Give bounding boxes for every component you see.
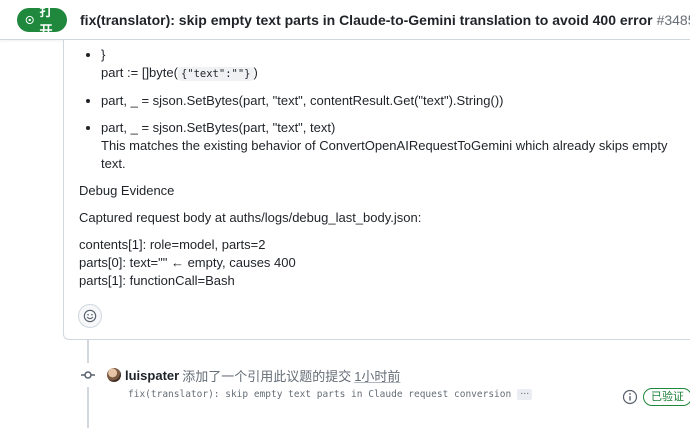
evidence-line: parts[0]: text="" ← empty, causes 400: [79, 255, 296, 270]
list-item: part, _ = sjson.SetBytes(part, "text", c…: [101, 92, 689, 110]
debug-evidence-heading: Debug Evidence: [79, 183, 175, 198]
bullet-list: } part := []byte({"text":""}) part, _ = …: [79, 46, 689, 173]
pr-state-badge: 打开: [17, 4, 68, 38]
expand-commit-button[interactable]: …: [517, 388, 533, 400]
avatar[interactable]: [107, 368, 121, 382]
comment-body: } part := []byte({"text":""}) part, _ = …: [63, 40, 690, 340]
captured-request-text: Captured request body at auths/logs/debu…: [79, 210, 422, 225]
list-item: } part := []byte({"text":""}): [101, 46, 689, 83]
commit-row: fix(translator): skip empty text parts i…: [128, 388, 533, 400]
sticky-pr-header: 打开 fix(translator): skip empty text part…: [0, 0, 690, 40]
bullet-1-line1: }: [101, 47, 106, 62]
git-commit-icon: [76, 363, 100, 387]
event-timestamp[interactable]: 1小时前: [354, 366, 400, 385]
bullet-1-prefix: part := []byte(: [101, 65, 178, 80]
evidence-line: parts[1]: functionCall=Bash: [79, 273, 235, 288]
timeline-event: luispater 添加了一个引用此议题的提交 1小时前: [107, 366, 400, 384]
git-pull-request-icon: [25, 15, 34, 24]
evidence-line: contents[1]: role=model, parts=2: [79, 237, 266, 252]
commit-message-link[interactable]: fix(translator): skip empty text parts i…: [128, 389, 511, 400]
inline-code: {"text":""}: [177, 67, 254, 81]
info-icon[interactable]: [622, 389, 638, 405]
add-reaction-button[interactable]: [78, 304, 102, 328]
bullet-1-suffix: ): [253, 65, 258, 80]
list-item: part, _ = sjson.SetBytes(part, "text", t…: [101, 119, 689, 173]
bullet-3-text: part, _ = sjson.SetBytes(part, "text", t…: [101, 120, 336, 135]
pr-title-text: fix(translator): skip empty text parts i…: [80, 11, 653, 28]
bullet-3-text2: This matches the existing behavior of Co…: [101, 138, 668, 171]
bullet-2-text: part, _ = sjson.SetBytes(part, "text", c…: [101, 93, 504, 108]
pr-title[interactable]: fix(translator): skip empty text parts i…: [80, 12, 690, 28]
author-link[interactable]: luispater: [125, 368, 179, 383]
bullet-1-line2: part := []byte({"text":""}): [101, 64, 689, 83]
comment-markdown: } part := []byte({"text":""}) part, _ = …: [79, 46, 689, 290]
event-description: 添加了一个引用此议题的提交: [182, 368, 352, 384]
pr-number: #3485: [656, 11, 690, 28]
verified-badge[interactable]: 已验证: [643, 388, 690, 406]
pr-state-label: 打开: [39, 3, 53, 38]
smiley-icon: [83, 309, 97, 323]
pr-page: 打开 fix(translator): skip empty text part…: [0, 0, 690, 428]
evidence-block: contents[1]: role=model, parts=2 parts[0…: [79, 236, 689, 290]
